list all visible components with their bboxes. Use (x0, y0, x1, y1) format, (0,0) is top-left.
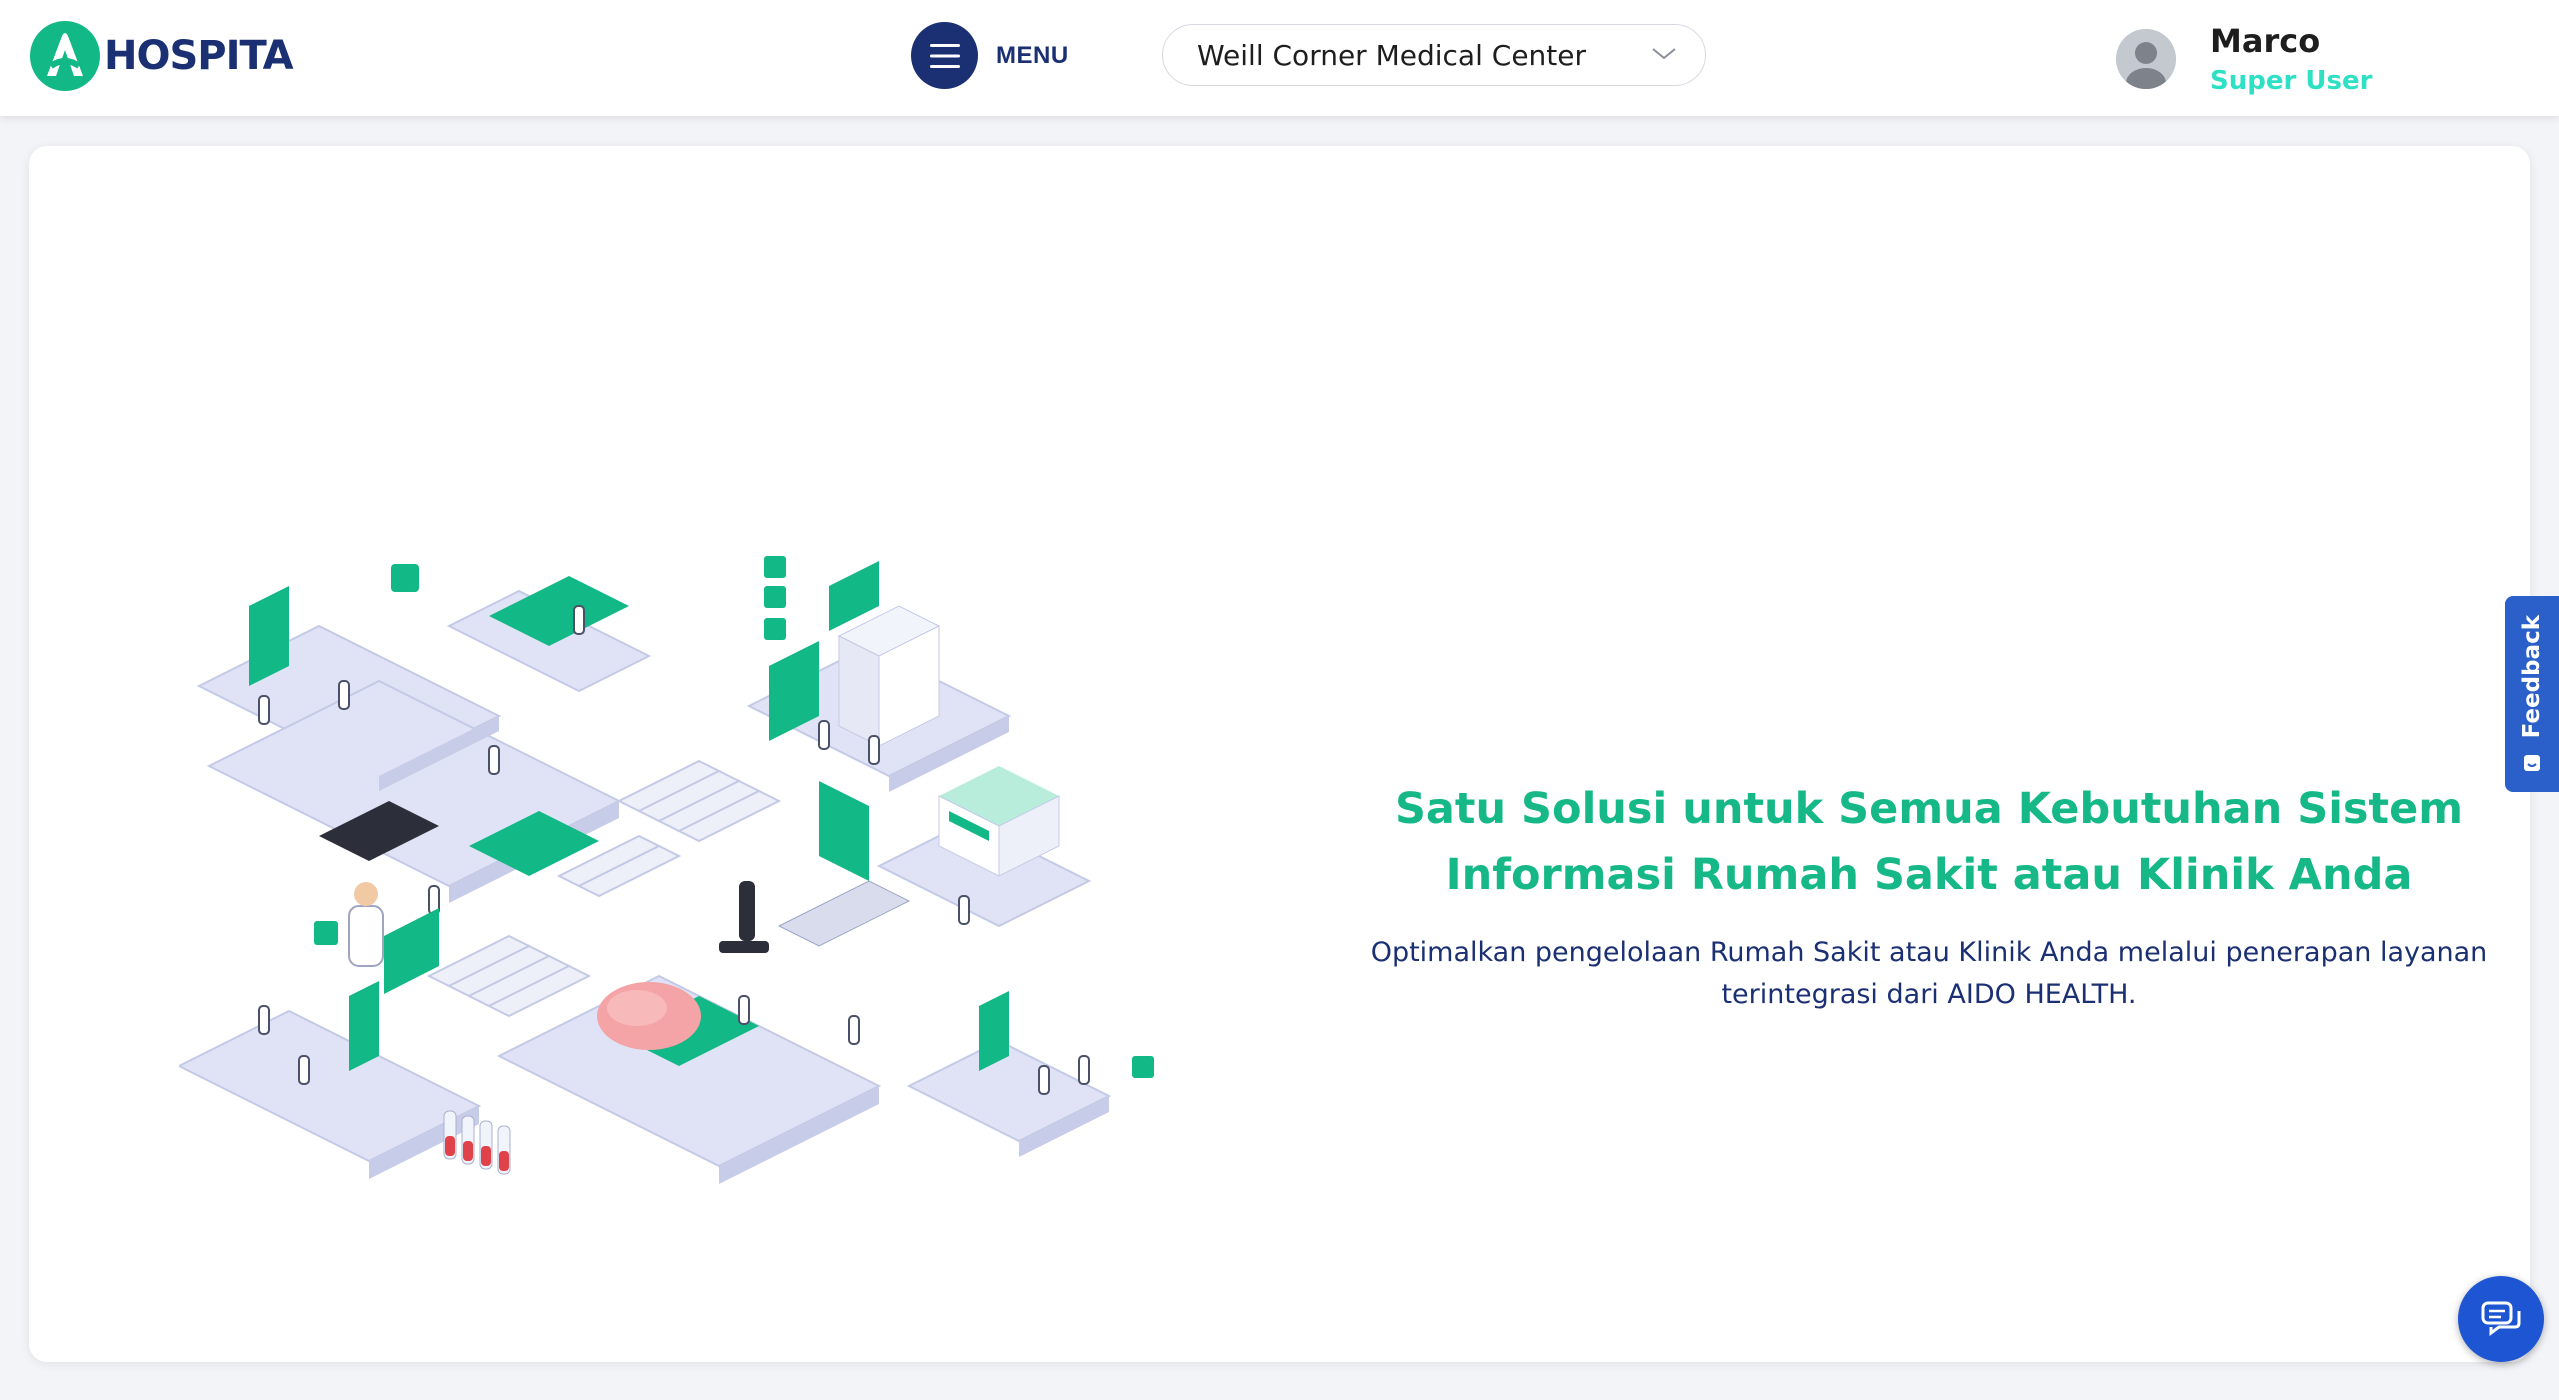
facility-select-value: Weill Corner Medical Center (1197, 38, 1587, 72)
hospital-isometric-illustration (179, 556, 1154, 1184)
hero-headline-line1: Satu Solusi untuk Semua Kebutuhan Sistem (1394, 784, 2464, 834)
hero-subtext: Optimalkan pengelolaan Rumah Sakit atau … (1329, 932, 2529, 1016)
hero-subtext-line1: Optimalkan pengelolaan Rumah Sakit atau … (1370, 937, 2488, 968)
main-card: Satu Solusi untuk Semua Kebutuhan Sistem… (29, 146, 2530, 1362)
hero-headline: Satu Solusi untuk Semua Kebutuhan Sistem… (1309, 776, 2549, 908)
feedback-label: Feedback (2519, 615, 2545, 739)
user-role: Super User (2210, 66, 2373, 96)
menu-button[interactable]: MENU (911, 22, 1069, 89)
logo-mark-icon (30, 21, 100, 91)
hero-subtext-line2: terintegrasi dari AIDO HEALTH. (1721, 979, 2137, 1010)
user-info: Marco Super User (2210, 22, 2372, 96)
user-avatar-icon (2116, 29, 2176, 89)
menu-label: MENU (996, 41, 1069, 69)
hamburger-icon (911, 22, 978, 89)
facility-select[interactable]: Weill Corner Medical Center (1162, 24, 1706, 86)
top-navigation-bar: HOSPITA MENU Weill Corner Medical Center (0, 0, 2559, 116)
user-name: Marco (2210, 22, 2321, 60)
feedback-icon (2524, 754, 2540, 771)
app-logo[interactable]: HOSPITA (29, 18, 294, 94)
chat-button[interactable] (2458, 1276, 2544, 1362)
chevron-down-icon (1652, 48, 1676, 60)
feedback-tab[interactable]: Feedback (2505, 596, 2559, 792)
chat-icon (2481, 1301, 2521, 1336)
hero-headline-line2: Informasi Rumah Sakit atau Klinik Anda (1445, 850, 2413, 900)
logo-text: HOSPITA (104, 33, 294, 79)
user-profile[interactable]: Marco Super User (2116, 22, 2372, 96)
